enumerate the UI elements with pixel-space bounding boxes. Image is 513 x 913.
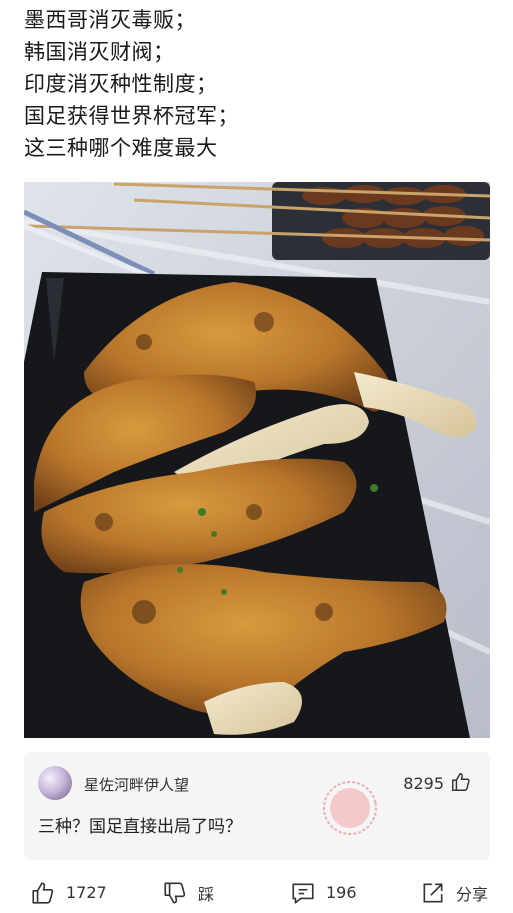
post-line: 韩国消灭财阀； <box>24 40 175 64</box>
post-line: 国足获得世界杯冠军； <box>24 104 239 128</box>
avatar[interactable] <box>38 766 72 800</box>
share-button[interactable]: 分享 <box>420 872 488 913</box>
like-button[interactable]: 1727 <box>30 872 107 913</box>
food-photo-illustration <box>24 182 490 738</box>
comment-icon <box>292 883 314 904</box>
post-photo[interactable] <box>24 182 490 738</box>
comment-text: 三种？国足直接出局了吗？ <box>38 817 242 837</box>
thumbs-down-icon <box>164 881 186 904</box>
comment-count: 196 <box>326 883 357 902</box>
post-action-bar: 1727 踩 196 分享 <box>0 872 513 913</box>
comment-username[interactable]: 星佐河畔伊人望 <box>84 774 189 795</box>
post-line: 印度消灭种性制度； <box>24 72 218 96</box>
comment-like-count: 8295 <box>403 774 444 793</box>
post-line: 墨西哥消灭毒贩； <box>24 8 196 32</box>
post-line: 这三种哪个难度最大 <box>24 136 218 160</box>
thumbs-up-icon <box>32 881 54 904</box>
post-text: 墨西哥消灭毒贩； 韩国消灭财阀； 印度消灭种性制度； 国足获得世界杯冠军； 这三… <box>24 4 494 164</box>
dislike-label: 踩 <box>198 884 215 904</box>
dislike-button[interactable]: 踩 <box>162 872 214 913</box>
comment-button[interactable]: 196 <box>290 872 357 913</box>
comment-like-icon[interactable] <box>450 771 472 793</box>
share-icon <box>423 883 443 902</box>
hot-comment-card[interactable]: 星佐河畔伊人望 8295 三种？国足直接出局了吗？ <box>24 752 490 860</box>
like-count: 1727 <box>66 883 107 902</box>
hot-comment-stamp-icon <box>323 781 377 835</box>
share-label: 分享 <box>456 884 489 904</box>
